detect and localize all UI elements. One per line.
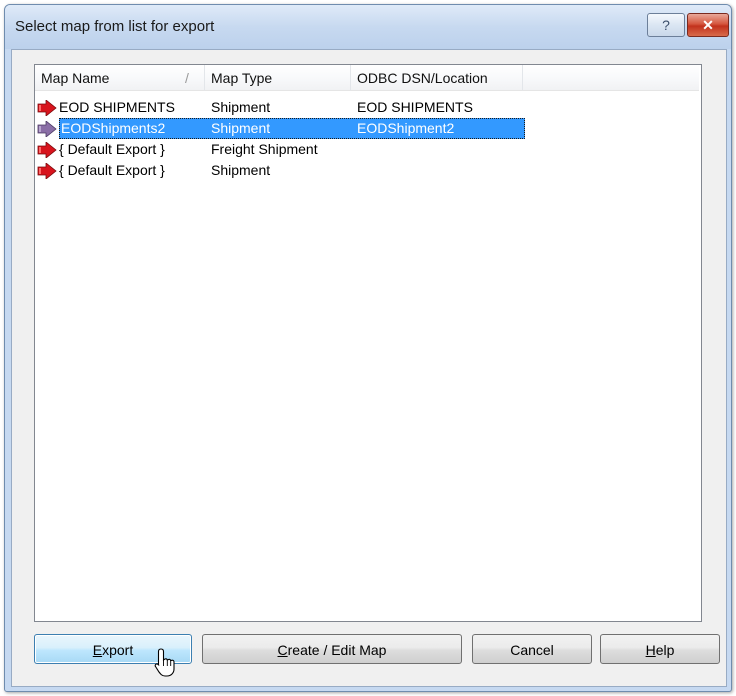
list-item[interactable]: { Default Export } Freight Shipment [37,139,525,160]
column-header-map-name[interactable]: Map Name / [35,65,205,91]
accelerator-key: H [645,642,656,658]
title-bar[interactable]: Select map from list for export ? ✕ [5,5,731,49]
map-type: Shipment [211,162,271,178]
dialog-title: Select map from list for export [15,18,215,35]
map-location: EOD SHIPMENTS [357,99,473,115]
column-header-odbc-location[interactable]: ODBC DSN/Location [351,65,523,91]
hand-pointer-cursor-icon [154,648,175,677]
column-header-label: Map Name [41,70,110,86]
dialog-body: Map Name / Map Type ODBC DSN/Location EO… [11,49,727,687]
column-header-label: ODBC DSN/Location [357,70,488,86]
map-name: { Default Export } [59,141,165,157]
list-item-selected[interactable]: EODShipments2 Shipment EODShipment2 [59,118,525,139]
accelerator-key: C [277,642,288,658]
help-title-button[interactable]: ? [647,13,685,37]
map-type: Shipment [211,120,271,136]
export-map-dialog: Select map from list for export ? ✕ Map … [4,4,732,692]
map-location: EODShipment2 [357,120,455,136]
red-export-arrow-icon [37,163,57,179]
button-label: elp [655,642,675,658]
list-item[interactable]: { Default Export } Shipment [37,160,525,181]
list-item-selected-icon-cell[interactable]: EODShipments2 Shipment EODShipment2 [37,118,525,139]
cancel-button[interactable]: Cancel [472,634,592,664]
map-name: EOD SHIPMENTS [59,99,175,115]
sort-indicator-icon: / [185,70,189,86]
column-header-empty [523,65,699,91]
column-header-label: Map Type [211,70,273,86]
close-icon: ✕ [702,17,714,33]
button-label: Cancel [510,642,554,658]
map-type: Shipment [211,99,271,115]
map-name: EODShipments2 [61,120,166,136]
list-item[interactable]: EOD SHIPMENTS Shipment EOD SHIPMENTS [37,97,525,118]
button-label: reate / Edit Map [287,642,387,658]
map-type: Freight Shipment [211,141,318,157]
question-mark-icon: ? [662,17,670,33]
list-header: Map Name / Map Type ODBC DSN/Location [35,65,701,93]
red-export-arrow-icon [37,100,57,116]
close-button[interactable]: ✕ [687,13,729,37]
column-header-map-type[interactable]: Map Type [205,65,351,91]
map-name: { Default Export } [59,162,165,178]
red-export-arrow-icon [37,142,57,158]
accelerator-key: E [92,642,103,658]
red-export-arrow-icon [37,121,57,137]
map-list[interactable]: Map Name / Map Type ODBC DSN/Location EO… [34,64,702,622]
button-label: xport [102,642,134,658]
create-edit-map-button[interactable]: Create / Edit Map [202,634,462,664]
help-button[interactable]: Help [600,634,720,664]
